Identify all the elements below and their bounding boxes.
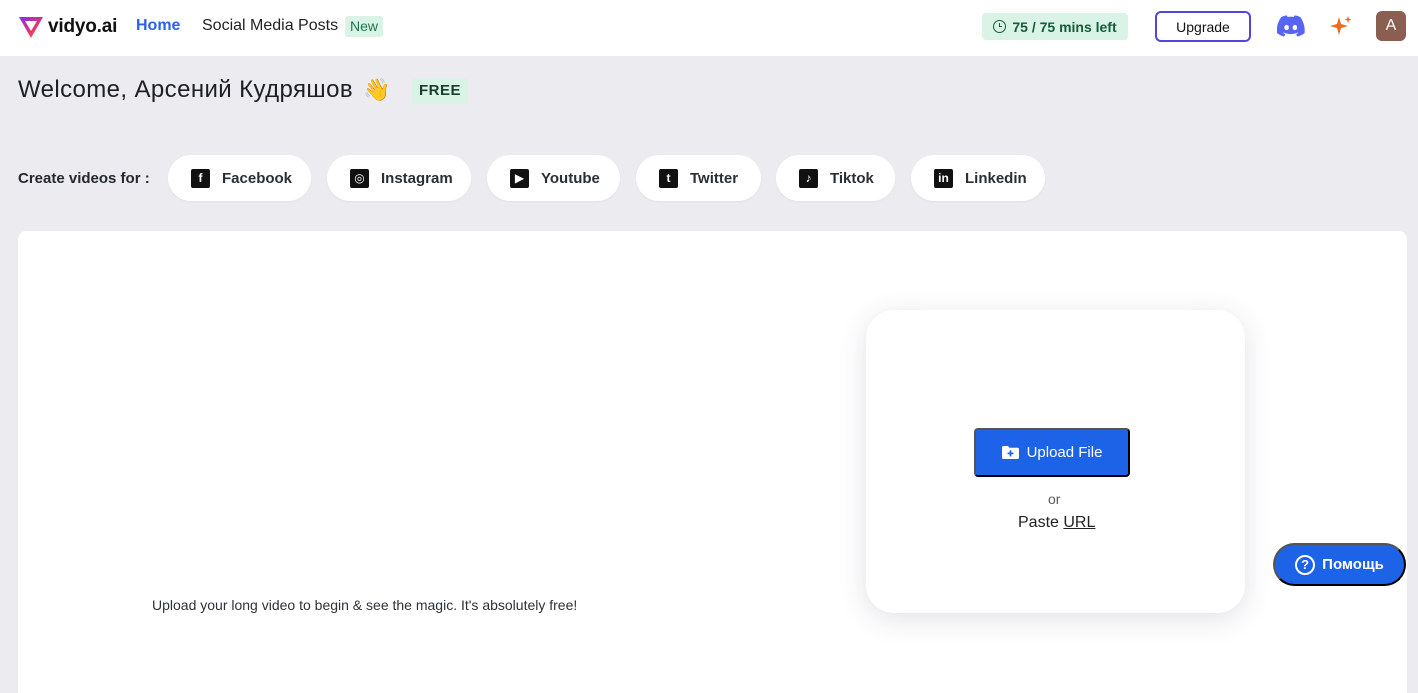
question-circle-icon: ? xyxy=(1295,554,1316,575)
discord-icon[interactable] xyxy=(1277,15,1305,37)
help-label: Помощь xyxy=(1322,556,1384,573)
brand-logo[interactable]: vidyo.ai xyxy=(18,14,117,40)
platform-tiktok-button[interactable]: ♪ Tiktok xyxy=(776,155,895,201)
linkedin-icon: in xyxy=(934,168,953,188)
folder-upload-icon xyxy=(1001,446,1019,459)
sparkle-icon[interactable] xyxy=(1329,14,1353,38)
platform-instagram-button[interactable]: ◎ Instagram xyxy=(327,155,471,201)
platform-facebook-button[interactable]: f Facebook xyxy=(168,155,311,201)
upload-file-label: Upload File xyxy=(1026,444,1103,461)
brand-name: vidyo.ai xyxy=(48,16,118,37)
vidyo-logo-icon xyxy=(19,17,43,38)
nav-social-media-posts[interactable]: Social Media Posts xyxy=(202,17,338,35)
platform-label: Facebook xyxy=(222,169,293,187)
minutes-left-text: 75 / 75 mins left xyxy=(1012,18,1117,35)
welcome-heading: Welcome, Арсений Кудряшов 👋 xyxy=(18,76,391,104)
new-badge: New xyxy=(345,16,384,37)
upload-tagline: Upload your long video to begin & see th… xyxy=(152,597,578,613)
platform-linkedin-button[interactable]: in Linkedin xyxy=(911,155,1045,201)
nav-home[interactable]: Home xyxy=(136,17,180,35)
twitter-icon: t xyxy=(659,168,678,188)
platform-youtube-button[interactable]: ▶ Youtube xyxy=(487,155,620,201)
tiktok-icon: ♪ xyxy=(799,168,818,188)
upload-file-button[interactable]: Upload File xyxy=(974,428,1130,477)
plan-badge: FREE xyxy=(412,78,469,104)
create-videos-label: Create videos for : xyxy=(18,170,150,187)
platform-label: Twitter xyxy=(690,169,739,187)
minutes-left-badge: 75 / 75 mins left xyxy=(982,13,1128,40)
paste-text: Paste xyxy=(1018,514,1059,531)
youtube-icon: ▶ xyxy=(510,168,529,188)
user-avatar[interactable]: A xyxy=(1376,11,1406,41)
welcome-text: Welcome, Арсений Кудряшов xyxy=(18,76,353,103)
paste-url: Paste URL xyxy=(1018,514,1095,532)
instagram-icon: ◎ xyxy=(350,168,369,188)
platform-twitter-button[interactable]: t Twitter xyxy=(636,155,761,201)
platform-label: Youtube xyxy=(541,169,600,187)
waving-hand-icon: 👋 xyxy=(362,77,391,102)
help-button[interactable]: ? Помощь xyxy=(1273,543,1406,586)
paste-url-link[interactable]: URL xyxy=(1063,514,1095,531)
facebook-icon: f xyxy=(191,168,210,188)
platform-label: Instagram xyxy=(381,169,453,187)
or-separator: or xyxy=(1048,491,1061,507)
clock-icon xyxy=(993,20,1007,33)
top-bar: vidyo.ai Home Social Media Posts New 75 … xyxy=(0,0,1418,56)
upgrade-button[interactable]: Upgrade xyxy=(1155,11,1251,42)
platform-label: Linkedin xyxy=(965,169,1027,187)
platform-label: Tiktok xyxy=(830,169,874,187)
